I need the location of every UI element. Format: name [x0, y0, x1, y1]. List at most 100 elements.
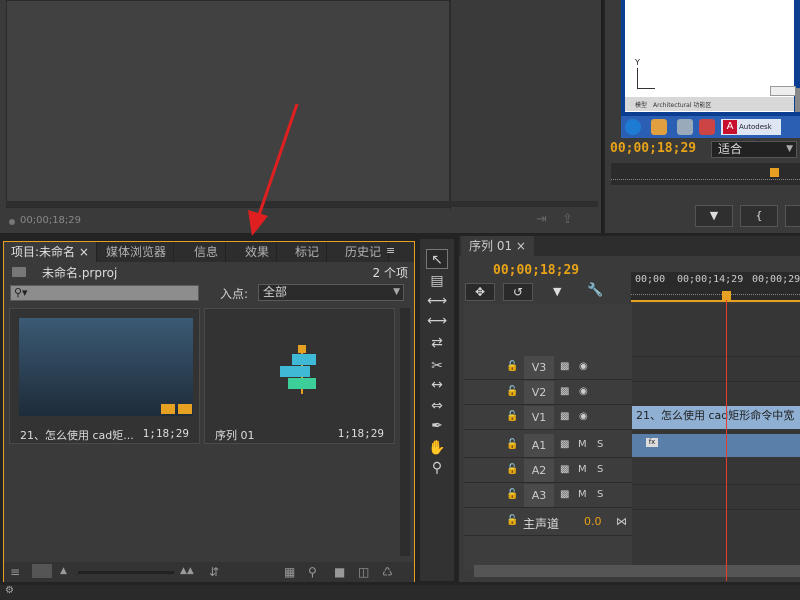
razor-icon[interactable]: ✂	[426, 356, 448, 376]
output-icon[interactable]: ▩	[560, 489, 569, 500]
playhead-handle[interactable]	[722, 291, 731, 300]
lock-icon[interactable]: 🔓	[506, 361, 518, 372]
delete-icon[interactable]: ♺	[382, 565, 393, 579]
panel-menu-icon[interactable]: ≡	[386, 244, 395, 257]
solo-icon[interactable]: S	[597, 464, 603, 475]
track-header-v2[interactable]: 🔓 V2 ▩ ◉	[464, 381, 632, 405]
eye-icon[interactable]: ◉	[579, 361, 588, 372]
snap-button[interactable]: ✥	[465, 283, 495, 301]
a1-clip[interactable]: fx	[632, 434, 800, 457]
lock-icon[interactable]: 🔓	[506, 515, 518, 526]
tab-markers[interactable]: 标记	[288, 242, 328, 262]
v1-clip[interactable]: 21、怎么使用 cad矩形命令中宽	[632, 406, 800, 429]
timeline-ruler[interactable]: 00;00 00;00;14;29 00;00;29;	[631, 272, 800, 302]
output-icon[interactable]: ▩	[560, 439, 569, 450]
selection-tool-icon[interactable]: ↖	[426, 249, 448, 269]
output-icon[interactable]: ▩	[560, 464, 569, 475]
new-item-icon[interactable]: ◫	[358, 565, 369, 579]
track-line	[632, 509, 800, 510]
lock-icon[interactable]: 🔓	[506, 464, 518, 475]
track-header-a1[interactable]: 🔓 A1 ▩ M S	[464, 434, 632, 458]
sort-icon[interactable]: ⇵	[209, 565, 219, 579]
automate-icon[interactable]: ▦	[284, 565, 295, 579]
sequence-block	[292, 354, 316, 365]
eye-icon[interactable]: ◉	[579, 386, 588, 397]
hand-icon[interactable]: ✋	[426, 438, 448, 458]
audio-badge-icon	[178, 404, 192, 414]
project-item-clip[interactable]: 21、怎么使用 cad矩... 1;18;29	[9, 308, 200, 444]
program-timecode[interactable]: 00;00;18;29	[610, 141, 696, 156]
lock-icon[interactable]: 🔓	[506, 386, 518, 397]
mute-icon[interactable]: M	[578, 439, 587, 450]
ruler-label: 00;00;29;	[752, 274, 800, 285]
output-icon[interactable]: ▩	[560, 361, 569, 372]
slide-icon[interactable]: ⇔	[426, 396, 448, 416]
add-marker-icon[interactable]: ▼	[553, 285, 561, 298]
rolling-edit-icon[interactable]: ⟷	[426, 311, 448, 331]
timeline-timecode[interactable]: 00;00;18;29	[493, 263, 579, 278]
tab-media-browser[interactable]: 媒体浏览器	[99, 242, 175, 262]
solo-icon[interactable]: S	[597, 489, 603, 500]
project-item-sequence[interactable]: 序列 01 1;18;29	[204, 308, 395, 444]
autocad-logo-icon: A	[723, 120, 737, 134]
lock-icon[interactable]: 🔓	[506, 411, 518, 422]
rate-stretch-icon[interactable]: ⇄	[426, 333, 448, 353]
tab-info[interactable]: 信息	[187, 242, 227, 262]
zoom-in-icon[interactable]: ▲▲	[180, 566, 194, 576]
export-frame-icon[interactable]: ⇪	[562, 212, 573, 227]
wrench-icon[interactable]: 🔧	[587, 283, 603, 298]
master-volume-value[interactable]: 0.0	[584, 515, 602, 528]
tab-effects[interactable]: 效果	[238, 242, 278, 262]
output-icon[interactable]: ▩	[560, 411, 569, 422]
track-header-a3[interactable]: 🔓 A3 ▩ M S	[464, 484, 632, 508]
eye-icon[interactable]: ◉	[579, 411, 588, 422]
lock-icon[interactable]: 🔓	[506, 489, 518, 500]
add-marker-button[interactable]: ▼	[695, 205, 733, 227]
ruler-ticks	[631, 294, 800, 295]
find-icon[interactable]: ⚲	[308, 565, 317, 579]
sequence-block	[280, 366, 310, 377]
playhead-marker[interactable]	[770, 168, 779, 177]
mark-out-button[interactable]: }	[785, 205, 800, 227]
inpoint-select[interactable]: 全部 ▼	[258, 284, 404, 301]
output-icon[interactable]: ▩	[560, 386, 569, 397]
app-icon	[677, 119, 693, 135]
mute-icon[interactable]: M	[578, 464, 587, 475]
tab-project[interactable]: 项目:未命名 ×	[4, 242, 97, 262]
track-header-v1[interactable]: 🔓 V1 ▩ ◉	[464, 406, 632, 430]
timeline-scrollbar[interactable]	[474, 565, 800, 577]
track-header-a2[interactable]: 🔓 A2 ▩ M S	[464, 459, 632, 483]
insert-icon[interactable]: ⇥	[536, 212, 547, 227]
mark-in-button[interactable]: {	[740, 205, 778, 227]
program-ruler[interactable]	[611, 163, 800, 185]
status-icon[interactable]: ⚙	[5, 585, 14, 596]
sequence-name: 序列 01	[215, 429, 255, 442]
fx-badge: fx	[646, 438, 658, 447]
search-input[interactable]: ⚲▾	[10, 285, 199, 301]
new-bin-icon[interactable]: ■	[334, 565, 345, 579]
pen-icon[interactable]: ✒	[426, 416, 448, 436]
tab-sequence-01[interactable]: 序列 01 ×	[461, 236, 534, 256]
track-select-icon[interactable]: ▤	[426, 271, 448, 291]
mute-icon[interactable]: M	[578, 489, 587, 500]
search-icon[interactable]: ⚲▾	[14, 286, 28, 299]
master-toggle-icon[interactable]: ⋈	[616, 515, 627, 528]
project-scrollbar[interactable]	[400, 308, 410, 556]
tab-history[interactable]: 历史记	[338, 242, 390, 262]
source-timecode[interactable]: 00;00;18;29	[20, 215, 81, 226]
zoom-icon[interactable]: ⚲	[426, 458, 448, 478]
timeline-playhead[interactable]	[726, 291, 727, 581]
zoom-slider[interactable]	[78, 571, 174, 574]
track-name: V1	[524, 406, 554, 429]
lock-icon[interactable]: 🔓	[506, 439, 518, 450]
linked-selection-button[interactable]: ↺	[503, 283, 533, 301]
solo-icon[interactable]: S	[597, 439, 603, 450]
fit-dropdown[interactable]: 适合 ▼	[711, 141, 797, 158]
zoom-out-icon[interactable]: ▲	[60, 566, 67, 576]
status-bar: ⚙	[0, 585, 800, 600]
track-header-v3[interactable]: 🔓 V3 ▩ ◉	[464, 356, 632, 380]
ripple-edit-icon[interactable]: ⟷	[426, 291, 448, 311]
icon-view-icon[interactable]	[32, 564, 52, 578]
list-view-icon[interactable]: ≡	[10, 565, 20, 579]
slip-icon[interactable]: ↔	[426, 375, 448, 395]
